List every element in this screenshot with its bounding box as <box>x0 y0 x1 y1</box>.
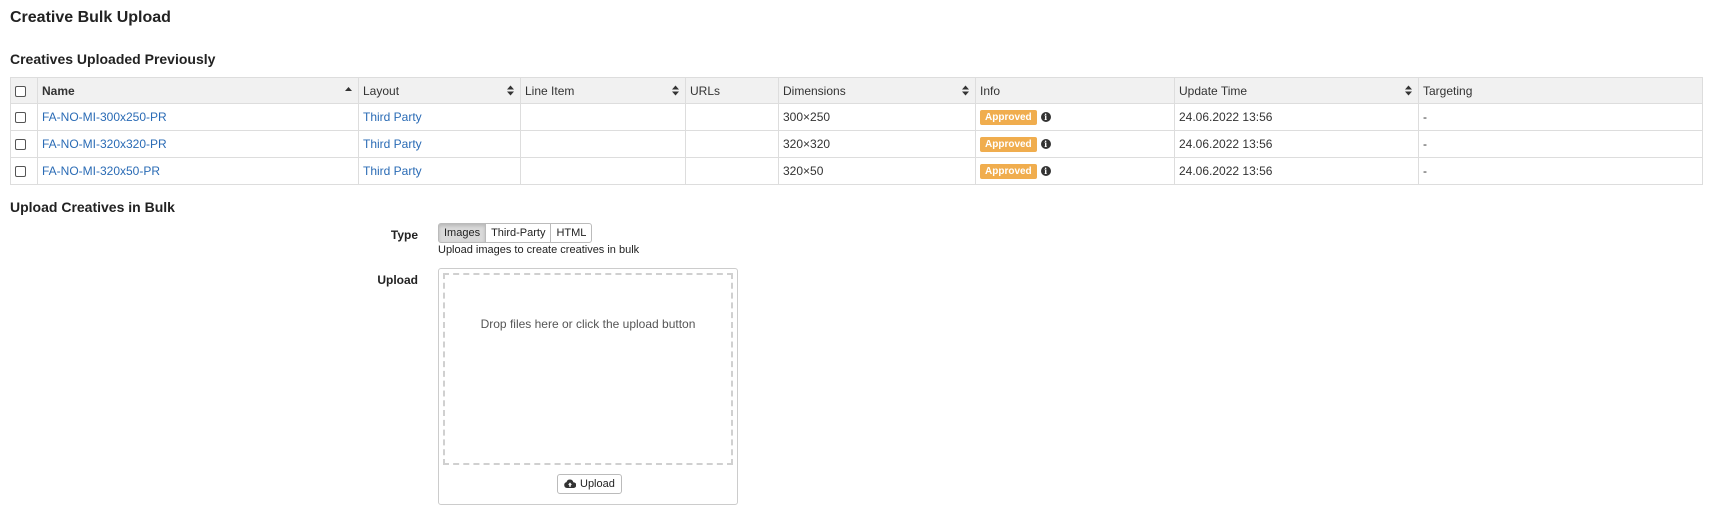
dropzone-text: Drop files here or click the upload butt… <box>480 317 696 331</box>
info-icon[interactable]: i <box>1040 166 1051 177</box>
column-header-urls: URLs <box>685 77 779 104</box>
column-header-layout-label: Layout <box>363 83 400 98</box>
status-badge: Approved <box>980 136 1037 152</box>
bulk-section-title: Upload Creatives in Bulk <box>10 199 175 215</box>
column-header-info: Info <box>975 77 1175 104</box>
line-item-cell <box>520 157 686 185</box>
name-cell: FA-NO-MI-320x50-PR <box>37 157 359 185</box>
type-help-text: Upload images to create creatives in bul… <box>438 244 640 256</box>
column-header-targeting-label: Targeting <box>1423 83 1473 98</box>
column-header-update-time[interactable]: Update Time <box>1174 77 1419 104</box>
type-option-images[interactable]: Images <box>438 223 487 243</box>
column-header-name[interactable]: Name <box>37 77 359 104</box>
dimensions-cell: 300×250 <box>778 103 976 131</box>
upload-label: Upload <box>377 273 418 287</box>
column-header-name-label: Name <box>42 83 75 98</box>
select-all-header <box>10 77 38 104</box>
layout-cell: Third Party <box>358 130 521 158</box>
sort-icon <box>962 85 969 96</box>
type-label: Type <box>390 228 418 242</box>
name-cell: FA-NO-MI-320x320-PR <box>37 130 359 158</box>
creative-name-link[interactable]: FA-NO-MI-320x50-PR <box>42 164 160 178</box>
type-option-html[interactable]: HTML <box>550 223 593 243</box>
column-header-dimensions[interactable]: Dimensions <box>778 77 976 104</box>
layout-link[interactable]: Third Party <box>363 164 422 178</box>
upload-button-label: Upload <box>580 478 615 490</box>
info-icon[interactable]: i <box>1040 112 1051 123</box>
creative-name-link[interactable]: FA-NO-MI-320x320-PR <box>42 137 167 151</box>
cloud-upload-icon <box>564 479 576 488</box>
table-header-row: Name Layout Line Item URLs Dimensions In… <box>10 77 1703 104</box>
select-all-checkbox[interactable] <box>15 85 26 97</box>
column-header-layout[interactable]: Layout <box>358 77 521 104</box>
row-select-cell <box>10 103 38 131</box>
dimensions-cell: 320×320 <box>778 130 976 158</box>
sort-asc-icon <box>345 87 352 91</box>
previous-section-title: Creatives Uploaded Previously <box>10 51 216 67</box>
upload-panel: Drop files here or click the upload butt… <box>438 268 738 505</box>
upload-button[interactable]: Upload <box>557 474 622 494</box>
line-item-cell <box>520 130 686 158</box>
info-icon[interactable]: i <box>1040 139 1051 150</box>
targeting-cell: - <box>1418 157 1703 185</box>
targeting-cell: - <box>1418 103 1703 131</box>
column-header-update-time-label: Update Time <box>1179 83 1248 98</box>
page-title: Creative Bulk Upload <box>10 9 171 26</box>
targeting-cell: - <box>1418 130 1703 158</box>
table-row: FA-NO-MI-320x320-PR Third Party 320×320 … <box>10 130 1703 158</box>
status-badge: Approved <box>980 163 1037 179</box>
status-badge: Approved <box>980 109 1037 125</box>
column-header-line-item-label: Line Item <box>525 83 575 98</box>
column-header-dimensions-label: Dimensions <box>783 83 846 98</box>
name-cell: FA-NO-MI-300x250-PR <box>37 103 359 131</box>
info-cell: Approved i <box>975 157 1175 185</box>
info-cell: Approved i <box>975 130 1175 158</box>
table-row: FA-NO-MI-320x50-PR Third Party 320×50 Ap… <box>10 157 1703 185</box>
type-option-third-party[interactable]: Third-Party <box>485 223 552 243</box>
row-select-cell <box>10 157 38 185</box>
table-row: FA-NO-MI-300x250-PR Third Party 300×250 … <box>10 103 1703 131</box>
layout-cell: Third Party <box>358 103 521 131</box>
column-header-urls-label: URLs <box>690 83 721 98</box>
sort-icon <box>672 85 679 96</box>
sort-icon <box>507 85 514 96</box>
column-header-targeting: Targeting <box>1418 77 1703 104</box>
layout-cell: Third Party <box>358 157 521 185</box>
urls-cell <box>685 130 779 158</box>
layout-link[interactable]: Third Party <box>363 137 422 151</box>
row-checkbox[interactable] <box>15 139 26 151</box>
creatives-table: Name Layout Line Item URLs Dimensions In… <box>10 77 1703 185</box>
line-item-cell <box>520 103 686 131</box>
update-time-cell: 24.06.2022 13:56 <box>1174 103 1419 131</box>
row-checkbox[interactable] <box>15 166 26 178</box>
creative-name-link[interactable]: FA-NO-MI-300x250-PR <box>42 110 167 124</box>
column-header-line-item[interactable]: Line Item <box>520 77 686 104</box>
urls-cell <box>685 157 779 185</box>
row-checkbox[interactable] <box>15 112 26 124</box>
info-cell: Approved i <box>975 103 1175 131</box>
layout-link[interactable]: Third Party <box>363 110 422 124</box>
update-time-cell: 24.06.2022 13:56 <box>1174 157 1419 185</box>
type-toggle-group: Images Third-Party HTML <box>438 223 593 243</box>
file-dropzone[interactable]: Drop files here or click the upload butt… <box>443 273 733 465</box>
urls-cell <box>685 103 779 131</box>
column-header-info-label: Info <box>980 83 1001 98</box>
sort-icon <box>1405 85 1412 96</box>
row-select-cell <box>10 130 38 158</box>
update-time-cell: 24.06.2022 13:56 <box>1174 130 1419 158</box>
dimensions-cell: 320×50 <box>778 157 976 185</box>
